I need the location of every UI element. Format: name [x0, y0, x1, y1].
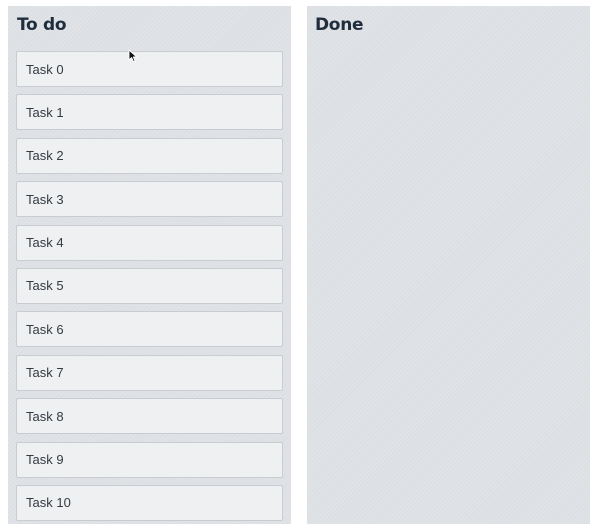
task-card[interactable]: Task 10 — [16, 484, 283, 521]
task-card[interactable]: Task 4 — [16, 224, 283, 261]
column-todo[interactable]: To do Task 0 Task 1 Task 2 Task 3 Task 4… — [8, 6, 291, 524]
task-card[interactable]: Task 5 — [16, 267, 283, 304]
column-title-todo: To do — [17, 15, 67, 35]
task-card[interactable]: Task 6 — [16, 311, 283, 348]
kanban-board: To do Task 0 Task 1 Task 2 Task 3 Task 4… — [0, 0, 600, 524]
task-card[interactable]: Task 2 — [16, 137, 283, 174]
task-card[interactable]: Task 0 — [16, 51, 283, 87]
task-card[interactable]: Task 9 — [16, 441, 283, 478]
task-list-todo: Task 0 Task 1 Task 2 Task 3 Task 4 Task … — [16, 51, 283, 524]
task-card[interactable]: Task 8 — [16, 398, 283, 435]
task-card[interactable]: Task 1 — [16, 94, 283, 131]
column-title-done: Done — [315, 15, 364, 35]
column-done[interactable]: Done — [307, 6, 590, 524]
task-card[interactable]: Task 7 — [16, 354, 283, 391]
task-card[interactable]: Task 3 — [16, 181, 283, 218]
arrow-cursor-icon — [128, 49, 138, 63]
